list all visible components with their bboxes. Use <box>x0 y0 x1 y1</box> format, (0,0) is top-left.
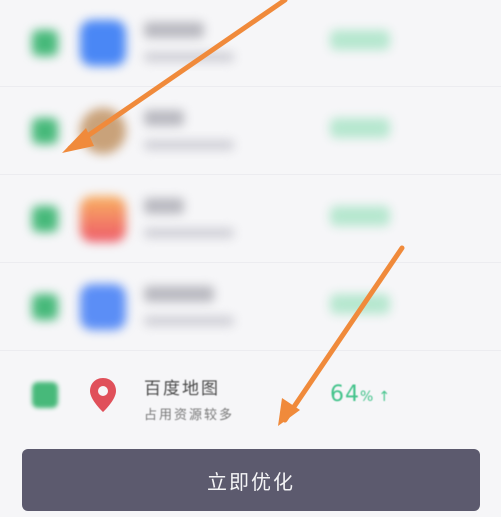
app-name-redacted <box>144 110 184 126</box>
app-subtitle: 占用资源较多 <box>144 408 235 423</box>
gallery-icon <box>80 196 126 242</box>
optimize-now-button[interactable]: 立即优化 <box>22 449 480 511</box>
app-list: 百度地图 占用资源较多 64% ↑ <box>0 0 501 517</box>
app-subtitle-redacted <box>144 228 234 238</box>
list-item[interactable] <box>0 176 501 262</box>
percent-redacted <box>330 206 390 226</box>
percent-unit: % <box>360 389 375 405</box>
list-item[interactable]: 百度地图 占用资源较多 64% ↑ <box>0 352 501 438</box>
app-subtitle-redacted <box>144 140 234 150</box>
divider <box>0 262 501 263</box>
app-name-redacted <box>144 22 204 38</box>
app-subtitle-redacted <box>144 52 234 62</box>
trend-up-icon: ↑ <box>378 389 392 405</box>
checkbox[interactable] <box>32 30 58 56</box>
checkbox[interactable] <box>32 118 58 144</box>
percent-redacted <box>330 294 390 314</box>
percent-redacted <box>330 30 390 50</box>
divider <box>0 174 501 175</box>
list-item[interactable] <box>0 0 501 86</box>
percent-number: 64 <box>330 382 360 407</box>
app-name-redacted <box>144 198 184 214</box>
phone-manager-icon <box>80 20 126 66</box>
checkbox[interactable] <box>32 294 58 320</box>
checkbox[interactable] <box>32 206 58 232</box>
app-name: 百度地图 <box>144 379 220 399</box>
app-subtitle-redacted <box>144 316 234 326</box>
map-pin-icon <box>80 372 126 418</box>
percent-value: 64% ↑ <box>330 382 391 407</box>
divider <box>0 86 501 87</box>
app-name-redacted <box>144 286 214 302</box>
list-item[interactable] <box>0 88 501 174</box>
checkbox[interactable] <box>32 382 58 408</box>
list-item[interactable] <box>0 264 501 350</box>
avatar-icon <box>80 108 126 154</box>
percent-redacted <box>330 118 390 138</box>
settings-app-icon <box>80 284 126 330</box>
divider <box>0 350 501 351</box>
